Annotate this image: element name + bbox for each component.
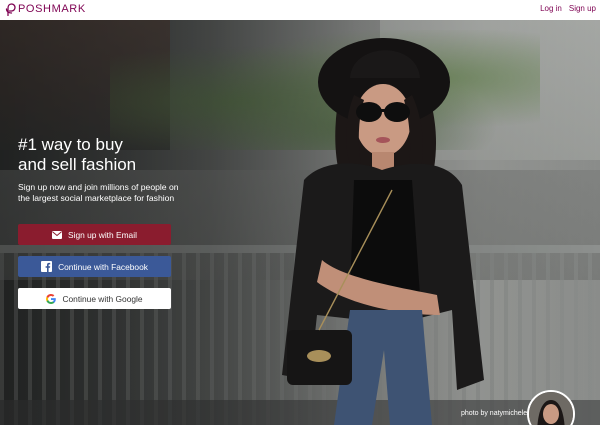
- continue-facebook-button[interactable]: Continue with Facebook: [18, 256, 171, 277]
- logo-text: POSHMARK: [18, 3, 86, 15]
- facebook-icon: [41, 261, 53, 272]
- continue-google-button-label: Continue with Google: [62, 293, 143, 304]
- signup-email-button-label: Sign up with Email: [68, 229, 137, 240]
- poshmark-logo[interactable]: POSHMARK: [5, 2, 86, 16]
- continue-google-button[interactable]: Continue with Google: [18, 288, 171, 309]
- hero-subtitle: Sign up now and join millions of people …: [18, 182, 179, 203]
- signup-link[interactable]: Sign up: [569, 4, 596, 13]
- email-icon: [52, 230, 63, 239]
- poshmark-logo-icon: [5, 2, 16, 16]
- continue-facebook-button-label: Continue with Facebook: [58, 261, 148, 272]
- hero-model-photo: [282, 38, 484, 425]
- hero-section: #1 way to buy and sell fashion Sign up n…: [0, 20, 600, 425]
- top-header: POSHMARK Log in Sign up: [0, 0, 600, 20]
- header-nav: Log in Sign up: [540, 4, 596, 13]
- login-link[interactable]: Log in: [540, 4, 562, 13]
- signup-email-button[interactable]: Sign up with Email: [18, 224, 171, 245]
- photo-credit: photo by natymichele: [461, 410, 528, 417]
- google-icon: [46, 293, 57, 304]
- hero-title: #1 way to buy and sell fashion: [18, 135, 137, 174]
